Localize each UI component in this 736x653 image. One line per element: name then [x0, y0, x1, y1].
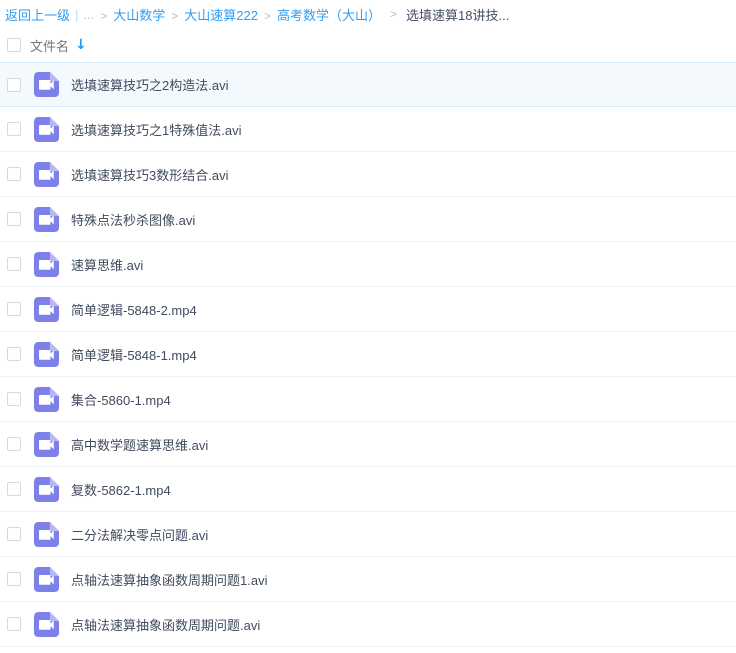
file-row[interactable]: 复数-5862-1.mp4 — [0, 467, 736, 512]
video-file-icon — [33, 521, 60, 548]
row-checkbox[interactable] — [7, 482, 21, 496]
video-file-icon — [33, 566, 60, 593]
video-file-icon — [33, 116, 60, 143]
video-file-icon — [33, 476, 60, 503]
video-file-icon — [33, 251, 60, 278]
row-checkbox[interactable] — [7, 527, 21, 541]
video-file-icon — [33, 611, 60, 638]
file-row[interactable]: 选填速算技巧之1特殊值法.avi — [0, 107, 736, 152]
breadcrumb-separator: > — [100, 9, 107, 23]
sort-descending-icon[interactable]: ↓ — [75, 37, 87, 53]
file-row[interactable]: 速算思维.avi — [0, 242, 736, 287]
file-row[interactable]: 点轴法速算抽象函数周期问题1.avi — [0, 557, 736, 602]
file-row[interactable]: 点轴法速算抽象函数周期问题.avi — [0, 602, 736, 647]
file-name-link[interactable]: 点轴法速算抽象函数周期问题1.avi — [71, 570, 267, 589]
file-row[interactable]: 集合-5860-1.mp4 — [0, 377, 736, 422]
file-name-link[interactable]: 简单逻辑-5848-1.mp4 — [71, 345, 197, 364]
file-name-link[interactable]: 集合-5860-1.mp4 — [71, 390, 171, 409]
video-file-icon — [33, 431, 60, 458]
breadcrumb-collapsed-ellipsis[interactable]: ... — [83, 7, 94, 22]
row-checkbox[interactable] — [7, 437, 21, 451]
row-checkbox[interactable] — [7, 617, 21, 631]
file-row[interactable]: 简单逻辑-5848-2.mp4 — [0, 287, 736, 332]
video-file-icon — [33, 386, 60, 413]
row-checkbox[interactable] — [7, 347, 21, 361]
breadcrumb-link-1[interactable]: 大山速算222 — [184, 8, 258, 23]
video-file-icon — [33, 206, 60, 233]
file-name-link[interactable]: 速算思维.avi — [71, 255, 143, 274]
file-row[interactable]: 选填速算技巧之2构造法.avi — [0, 62, 736, 107]
file-name-link[interactable]: 二分法解决零点问题.avi — [71, 525, 208, 544]
file-name-link[interactable]: 高中数学题速算思维.avi — [71, 435, 208, 454]
file-name-link[interactable]: 简单逻辑-5848-2.mp4 — [71, 300, 197, 319]
file-list-header: 文件名 ↓ — [0, 28, 736, 62]
row-checkbox[interactable] — [7, 212, 21, 226]
breadcrumb-separator: > — [390, 7, 397, 21]
row-checkbox[interactable] — [7, 257, 21, 271]
row-checkbox[interactable] — [7, 392, 21, 406]
video-file-icon — [33, 161, 60, 188]
file-name-link[interactable]: 复数-5862-1.mp4 — [71, 480, 171, 499]
file-name-link[interactable]: 特殊点法秒杀图像.avi — [71, 210, 195, 229]
file-list: 选填速算技巧之2构造法.avi 选填速算技巧之1特殊值法.avi 选填速算技巧3… — [0, 62, 736, 647]
video-file-icon — [33, 71, 60, 98]
row-checkbox[interactable] — [7, 167, 21, 181]
breadcrumb-pipe-divider: | — [75, 7, 78, 22]
file-name-link[interactable]: 选填速算技巧之1特殊值法.avi — [71, 120, 241, 139]
row-checkbox[interactable] — [7, 122, 21, 136]
breadcrumb-current-folder: 选填速算18讲技... — [406, 5, 509, 24]
file-row[interactable]: 特殊点法秒杀图像.avi — [0, 197, 736, 242]
breadcrumb-separator: > — [264, 9, 271, 23]
file-row[interactable]: 选填速算技巧3数形结合.avi — [0, 152, 736, 197]
file-name-link[interactable]: 选填速算技巧之2构造法.avi — [71, 75, 228, 94]
file-row[interactable]: 简单逻辑-5848-1.mp4 — [0, 332, 736, 377]
breadcrumb-link-2[interactable]: 高考数学（大山） — [277, 8, 381, 23]
breadcrumb-separator: > — [171, 9, 178, 23]
file-row[interactable]: 二分法解决零点问题.avi — [0, 512, 736, 557]
breadcrumb-link-0[interactable]: 大山数学 — [113, 8, 165, 23]
row-checkbox[interactable] — [7, 302, 21, 316]
file-row[interactable]: 高中数学题速算思维.avi — [0, 422, 736, 467]
select-all-checkbox[interactable] — [7, 38, 21, 52]
breadcrumb-links: > 大山数学 > 大山速算222 > 高考数学（大山） — [94, 5, 381, 24]
video-file-icon — [33, 341, 60, 368]
row-checkbox[interactable] — [7, 572, 21, 586]
file-name-link[interactable]: 点轴法速算抽象函数周期问题.avi — [71, 615, 260, 634]
filename-column-header[interactable]: 文件名 — [30, 36, 69, 55]
row-checkbox[interactable] — [7, 78, 21, 92]
video-file-icon — [33, 296, 60, 323]
back-to-parent-link[interactable]: 返回上一级 — [5, 5, 70, 24]
breadcrumb: 返回上一级 | ... > 大山数学 > 大山速算222 > 高考数学（大山） > 选填速… — [0, 0, 736, 28]
file-name-link[interactable]: 选填速算技巧3数形结合.avi — [71, 165, 228, 184]
